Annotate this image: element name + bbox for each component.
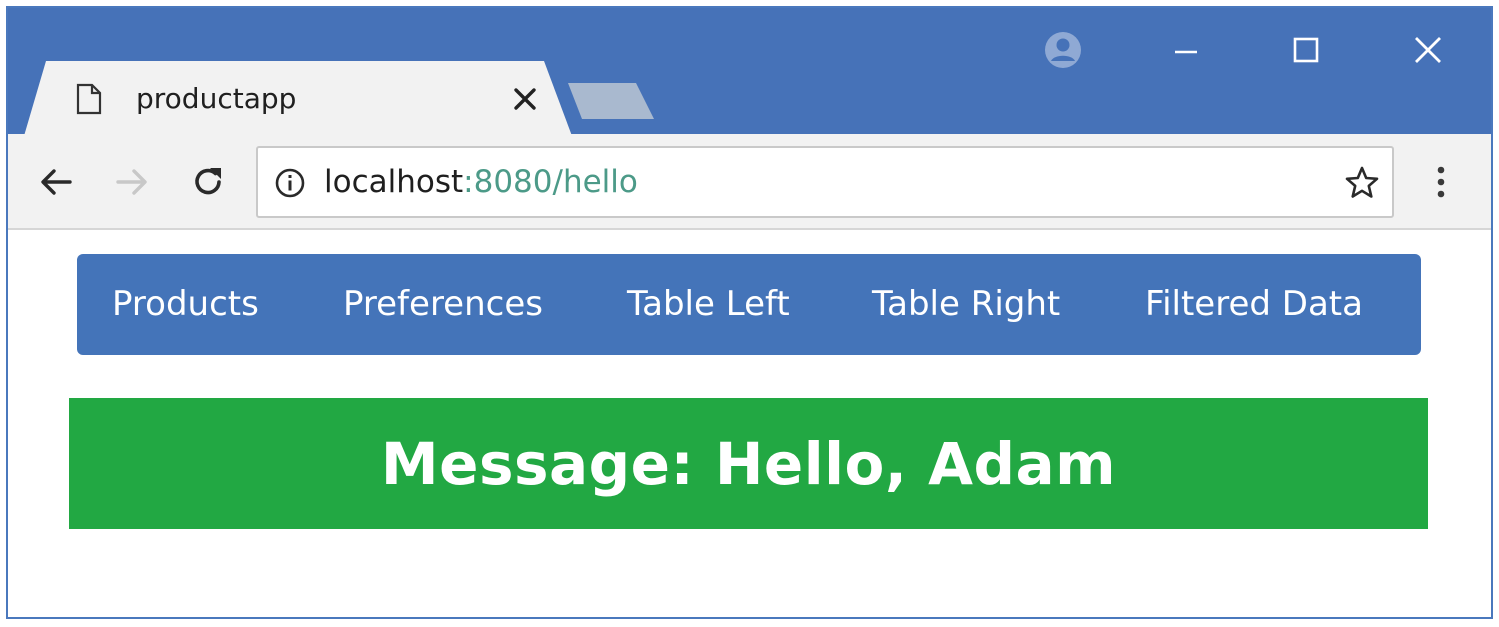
url-host: localhost (324, 164, 464, 200)
browser-toolbar: localhost:8080/hello (8, 134, 1491, 230)
address-bar[interactable]: localhost:8080/hello (256, 146, 1394, 218)
url-path: :8080/hello (463, 164, 638, 200)
new-tab-button[interactable] (568, 83, 654, 119)
message-banner: Message: Hello, Adam (69, 398, 1428, 529)
nav-link-preferences[interactable]: Preferences (343, 284, 543, 324)
forward-icon[interactable] (112, 162, 152, 202)
back-icon[interactable] (36, 162, 76, 202)
tab-productapp[interactable]: productapp (24, 61, 572, 136)
kebab-menu-icon[interactable] (1426, 162, 1456, 202)
nav-link-table-left[interactable]: Table Left (627, 284, 790, 324)
nav-link-filtered-data[interactable]: Filtered Data (1145, 284, 1363, 324)
info-icon[interactable] (274, 167, 306, 199)
browser-window: productapp localhost:8080/hello Products… (6, 6, 1493, 619)
nav-link-table-right[interactable]: Table Right (872, 284, 1060, 324)
minimize-icon[interactable] (1166, 30, 1206, 70)
tab-title: productapp (136, 82, 297, 115)
profile-icon[interactable] (1043, 30, 1083, 70)
page-content: Products Preferences Table Left Table Ri… (8, 232, 1491, 617)
close-icon[interactable] (1408, 30, 1448, 70)
maximize-icon[interactable] (1286, 30, 1326, 70)
close-icon[interactable] (511, 85, 539, 113)
star-icon[interactable] (1344, 165, 1380, 201)
nav-link-products[interactable]: Products (112, 284, 259, 324)
title-bar: productapp (8, 8, 1491, 136)
app-navbar: Products Preferences Table Left Table Ri… (77, 254, 1421, 355)
url-text[interactable]: localhost:8080/hello (324, 164, 638, 200)
page-icon (76, 83, 102, 115)
reload-icon[interactable] (188, 162, 228, 202)
